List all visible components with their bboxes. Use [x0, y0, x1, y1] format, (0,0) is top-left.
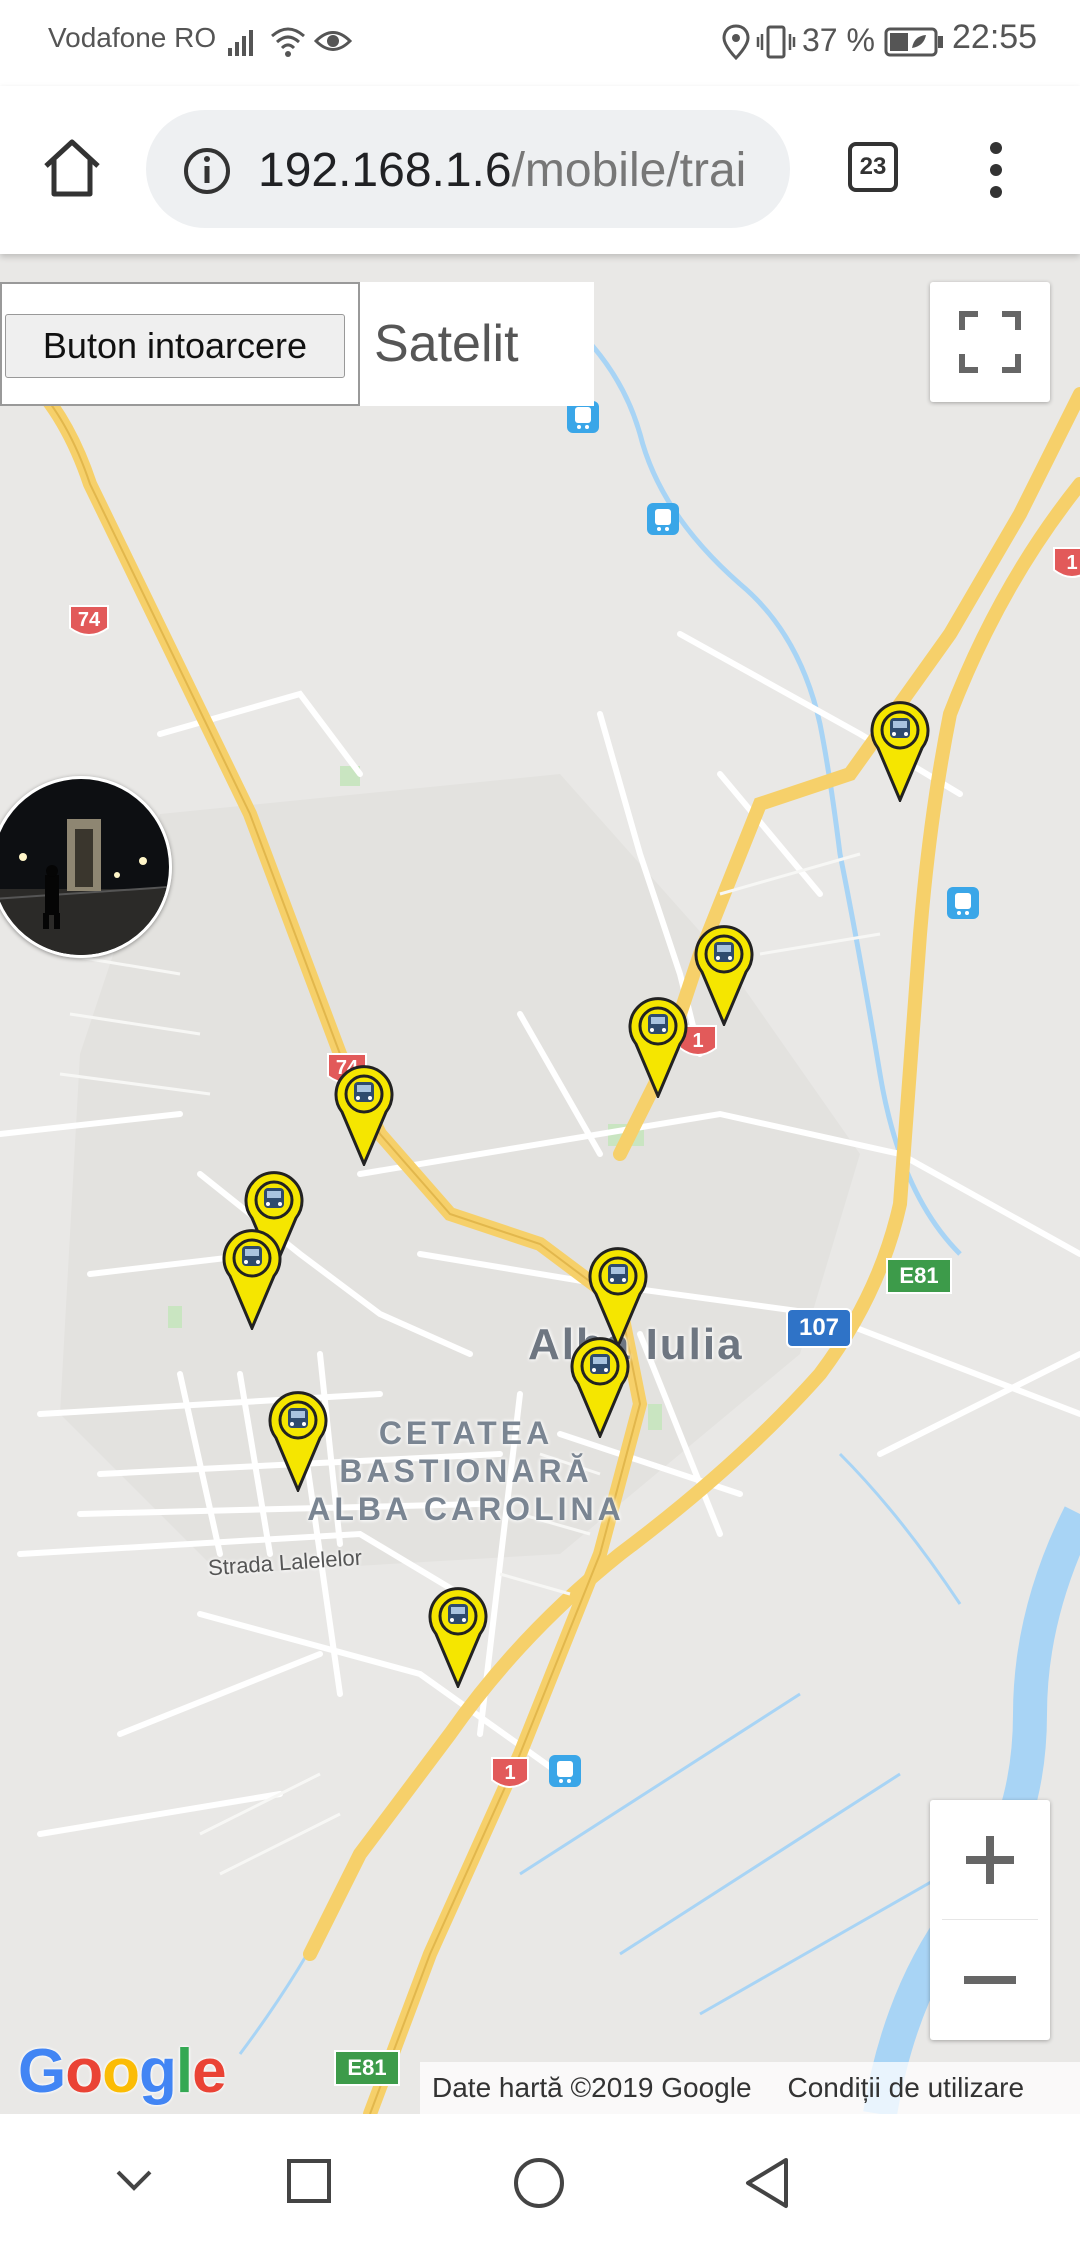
- url-path: /mobile/trai: [511, 144, 747, 197]
- avatar-photo: [0, 779, 169, 955]
- home-circle-icon[interactable]: [512, 2156, 566, 2210]
- train-station-icon: [947, 887, 979, 919]
- fullscreen-button[interactable]: [930, 282, 1050, 402]
- system-nav-bar: [0, 2114, 1080, 2244]
- bus-stop-marker-icon[interactable]: [266, 1388, 330, 1492]
- google-logo[interactable]: Google: [18, 2036, 227, 2107]
- zoom-out-button[interactable]: [930, 1920, 1050, 2040]
- bus-stop-marker-icon[interactable]: [692, 922, 756, 1026]
- satellite-toggle-button[interactable]: Satelit: [360, 282, 594, 406]
- eye-icon: [314, 31, 352, 51]
- train-station-icon: [549, 1755, 581, 1787]
- road-shield-e81-east: E81: [886, 1258, 952, 1294]
- bus-stop-marker-icon[interactable]: [332, 1062, 396, 1166]
- road-shield-e81-south: E81: [334, 2050, 400, 2086]
- battery-icon: [884, 27, 943, 57]
- svg-text:74: 74: [78, 609, 101, 631]
- signal-icon: [228, 30, 253, 56]
- battery-percent: 37 %: [802, 22, 875, 58]
- landmark-label-line: ALBA CAROLINA: [307, 1491, 625, 1527]
- fullscreen-icon: [959, 311, 1021, 373]
- location-icon: [722, 24, 750, 60]
- svg-text:1: 1: [504, 1762, 515, 1784]
- tab-count: 23: [859, 153, 887, 180]
- wifi-icon: [271, 27, 305, 57]
- home-icon[interactable]: [40, 136, 104, 200]
- status-bar: Vodafone RO 37 % 22:55: [0, 0, 1080, 86]
- road-shield-107: 107: [786, 1308, 852, 1348]
- back-button-container: Buton intoarcere: [0, 282, 360, 406]
- terms-of-use-link[interactable]: Condiții de utilizare: [788, 2072, 1025, 2104]
- road-shield-1-east: 1: [1053, 547, 1080, 578]
- map-data-attribution[interactable]: Date hartă ©2019 Google: [432, 2072, 752, 2104]
- carrier-name: Vodafone RO: [48, 22, 217, 53]
- url-text: 192.168.1.6/mobile/trai: [258, 143, 746, 198]
- minus-icon: [964, 1976, 1016, 1984]
- info-icon[interactable]: [182, 146, 232, 196]
- back-triangle-icon[interactable]: [742, 2156, 792, 2210]
- bus-stop-marker-icon[interactable]: [626, 994, 690, 1098]
- map-view[interactable]: 74 74 1 1 1 107 E81 E81 Alba Iulia CETAT…: [0, 254, 1080, 2114]
- landmark-label-line: BASTIONARĂ: [339, 1453, 593, 1489]
- address-bar[interactable]: 192.168.1.6/mobile/trai: [146, 110, 790, 228]
- map-attribution: Date hartă ©2019 Google Condiții de util…: [420, 2062, 1080, 2114]
- road-shield-74-north: 74: [69, 605, 109, 636]
- chevron-down-icon[interactable]: [114, 2160, 154, 2200]
- bus-stop-marker-icon[interactable]: [220, 1226, 284, 1330]
- bus-stop-marker-icon[interactable]: [868, 698, 932, 802]
- vibrate-icon: [756, 25, 796, 59]
- bus-stop-marker-icon[interactable]: [426, 1584, 490, 1688]
- zoom-in-button[interactable]: [930, 1800, 1050, 1920]
- zoom-control: [930, 1800, 1050, 2040]
- svg-text:1: 1: [1066, 552, 1077, 574]
- clock: 22:55: [952, 18, 1038, 56]
- recent-apps-icon[interactable]: [286, 2158, 332, 2204]
- back-button[interactable]: Buton intoarcere: [5, 314, 345, 378]
- bus-stop-marker-icon[interactable]: [586, 1244, 650, 1348]
- plus-icon: [966, 1836, 1014, 1884]
- svg-text:1: 1: [692, 1030, 703, 1052]
- map-base[interactable]: [0, 254, 1080, 2114]
- road-shield-1-south: 1: [491, 1757, 529, 1788]
- train-station-icon: [647, 503, 679, 535]
- browser-toolbar: 192.168.1.6/mobile/trai 23: [0, 86, 1080, 254]
- tab-switcher-button[interactable]: 23: [848, 142, 898, 192]
- more-menu-icon[interactable]: [974, 138, 1018, 202]
- url-host: 192.168.1.6: [258, 144, 512, 197]
- bus-stop-marker-icon[interactable]: [568, 1334, 632, 1438]
